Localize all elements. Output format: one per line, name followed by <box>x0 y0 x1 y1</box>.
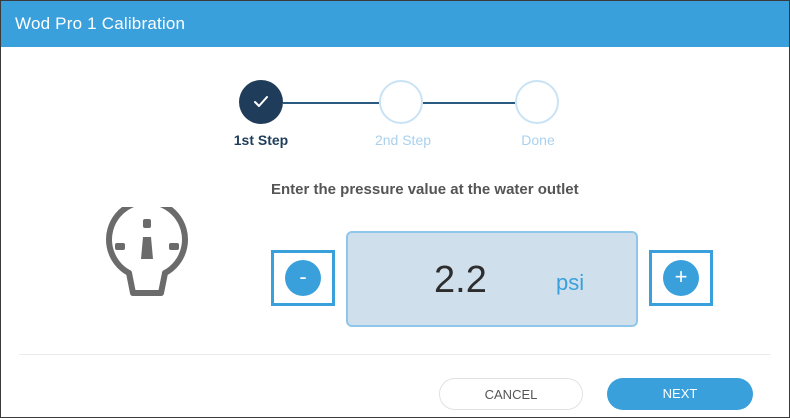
step-connector-2 <box>423 102 515 104</box>
cancel-button[interactable]: CANCEL <box>439 378 583 410</box>
step-connector-1 <box>283 102 379 104</box>
step-2-label: 2nd Step <box>374 132 432 148</box>
footer-divider <box>19 354 771 355</box>
plus-icon: + <box>663 260 699 296</box>
step-3-label: Done <box>521 132 555 148</box>
minus-icon: - <box>285 260 321 296</box>
checkmark-icon <box>254 96 268 107</box>
dialog-title: Wod Pro 1 Calibration <box>15 14 186 33</box>
calibration-dialog: Wod Pro 1 Calibration 1st Step 2nd Step … <box>0 0 790 418</box>
increment-button[interactable]: + <box>649 250 713 306</box>
step-3-indicator <box>515 80 559 124</box>
pressure-value: 2.2 <box>434 259 487 301</box>
next-button[interactable]: NEXT <box>607 378 753 410</box>
instruction-text: Enter the pressure value at the water ou… <box>271 181 579 198</box>
title-bar: Wod Pro 1 Calibration <box>1 1 789 47</box>
decrement-button[interactable]: - <box>271 250 335 306</box>
step-2-indicator <box>379 80 423 124</box>
step-1-indicator <box>239 80 283 124</box>
step-1-label: 1st Step <box>233 132 289 148</box>
pressure-gauge-icon <box>106 207 188 296</box>
pressure-value-field[interactable]: 2.2 psi <box>346 231 638 327</box>
pressure-unit: psi <box>556 270 585 295</box>
